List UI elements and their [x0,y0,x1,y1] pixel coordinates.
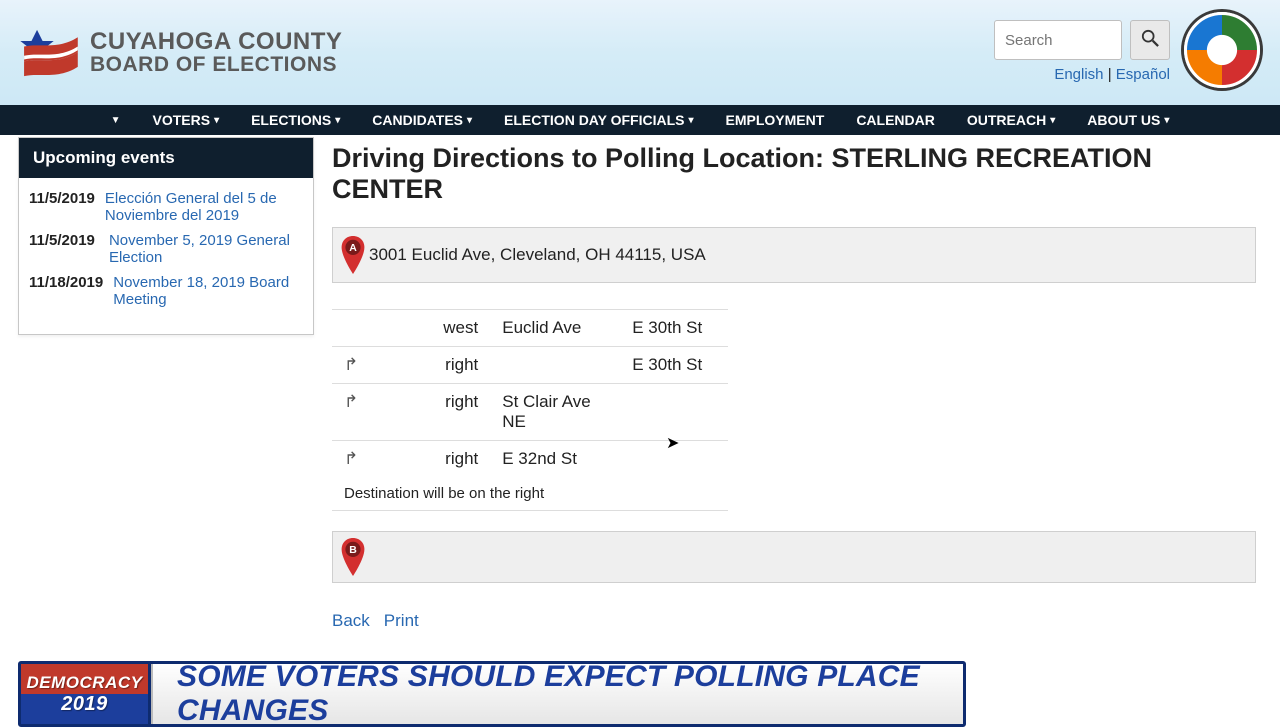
road-name: E 30th St [620,310,728,347]
event-date: 11/5/2019 [29,232,99,266]
county-seal-icon [1184,12,1260,88]
site-title: CUYAHOGA COUNTY BOARD OF ELECTIONS [90,29,342,76]
nav-about-us[interactable]: ABOUT US▾ [1087,112,1169,128]
nav-calendar[interactable]: CALENDAR [856,112,935,128]
destination-note: Destination will be on the right [332,477,728,511]
direction-step: ↱ right E 30th St [332,347,728,384]
caret-down-icon: ▾ [689,115,694,126]
upcoming-events-panel: Upcoming events 11/5/2019 Elección Gener… [18,137,314,335]
chyron-brand-year: 2019 [61,693,108,716]
nav-candidates[interactable]: CANDIDATES▾ [372,112,472,128]
chyron-headline-bar: SOME VOTERS SHOULD EXPECT POLLING PLACE … [151,664,963,724]
destination-address-box: B [332,531,1256,583]
svg-text:A: A [349,243,357,254]
road-name [490,347,620,384]
turn-right-icon: ↱ [332,441,370,478]
nav-elections[interactable]: ELECTIONS▾ [251,112,340,128]
site-logo: CUYAHOGA COUNTY BOARD OF ELECTIONS [20,28,342,78]
nav-home-dropdown[interactable]: ▼ [111,115,121,126]
event-link[interactable]: Elección General del 5 de Noviembre del … [105,190,303,224]
nav-election-day-officials[interactable]: ELECTION DAY OFFICIALS▾ [504,112,694,128]
road-name [620,441,728,478]
language-switch: English | Español [994,66,1170,83]
maneuver-text: right [370,441,490,478]
header-utilities: English | Español [994,20,1170,83]
event-link[interactable]: November 5, 2019 General Election [109,232,303,266]
road-name: St Clair Ave NE [490,384,620,441]
search-button[interactable] [1130,20,1170,60]
caret-down-icon: ▾ [1164,115,1169,126]
caret-down-icon: ▾ [467,115,472,126]
map-pin-b-icon: B [341,538,365,576]
event-date: 11/5/2019 [29,190,95,224]
back-link[interactable]: Back [332,611,370,631]
caret-down-icon: ▾ [214,115,219,126]
site-header: CUYAHOGA COUNTY BOARD OF ELECTIONS Engli… [0,0,1280,105]
direction-step: ↱ right E 32nd St [332,441,728,478]
action-links: Back Print [332,611,1256,631]
direction-step: ↱ right St Clair Ave NE [332,384,728,441]
chyron-brand: DEMOCRACY 2019 [21,664,151,724]
news-chyron: DEMOCRACY 2019 SOME VOTERS SHOULD EXPECT… [18,661,966,727]
event-row: 11/5/2019 November 5, 2019 General Elect… [29,232,303,266]
nav-outreach[interactable]: OUTREACH▾ [967,112,1055,128]
destination-note-row: Destination will be on the right [332,477,728,511]
caret-down-icon: ▾ [335,115,340,126]
search-icon [1141,29,1159,51]
flag-icon [20,28,80,78]
site-title-line2: BOARD OF ELECTIONS [90,54,342,76]
map-pin-a-icon: A [341,236,365,274]
maneuver-text: west [370,310,490,347]
road-name [620,384,728,441]
caret-down-icon: ▼ [111,115,121,126]
nav-voters[interactable]: VOTERS▾ [152,112,219,128]
upcoming-events-heading: Upcoming events [19,138,313,178]
event-link[interactable]: November 18, 2019 Board Meeting [113,274,303,308]
site-title-line1: CUYAHOGA COUNTY [90,29,342,54]
nav-employment[interactable]: EMPLOYMENT [726,112,825,128]
road-name: Euclid Ave [490,310,620,347]
lang-english-link[interactable]: English [1054,66,1103,83]
chyron-headline: SOME VOTERS SHOULD EXPECT POLLING PLACE … [177,660,963,728]
event-row: 11/5/2019 Elección General del 5 de Novi… [29,190,303,224]
road-name: E 32nd St [490,441,620,478]
origin-address-text: 3001 Euclid Ave, Cleveland, OH 44115, US… [369,245,706,265]
search-input[interactable] [994,20,1122,60]
origin-address-box: A 3001 Euclid Ave, Cleveland, OH 44115, … [332,227,1256,283]
road-name: E 30th St [620,347,728,384]
direction-step: west Euclid Ave E 30th St [332,310,728,347]
caret-down-icon: ▾ [1050,115,1055,126]
print-link[interactable]: Print [384,611,419,631]
page-title: Driving Directions to Polling Location: … [332,143,1256,205]
maneuver-text: right [370,347,490,384]
event-row: 11/18/2019 November 18, 2019 Board Meeti… [29,274,303,308]
chyron-brand-top: DEMOCRACY [27,673,143,693]
event-date: 11/18/2019 [29,274,103,308]
svg-text:B: B [349,545,357,556]
turn-right-icon: ↱ [332,384,370,441]
turn-icon [332,310,370,347]
turn-right-icon: ↱ [332,347,370,384]
main-nav: ▼ VOTERS▾ ELECTIONS▾ CANDIDATES▾ ELECTIO… [0,105,1280,135]
lang-espanol-link[interactable]: Español [1116,66,1170,83]
maneuver-text: right [370,384,490,441]
directions-table: west Euclid Ave E 30th St ↱ right E 30th… [332,309,728,511]
